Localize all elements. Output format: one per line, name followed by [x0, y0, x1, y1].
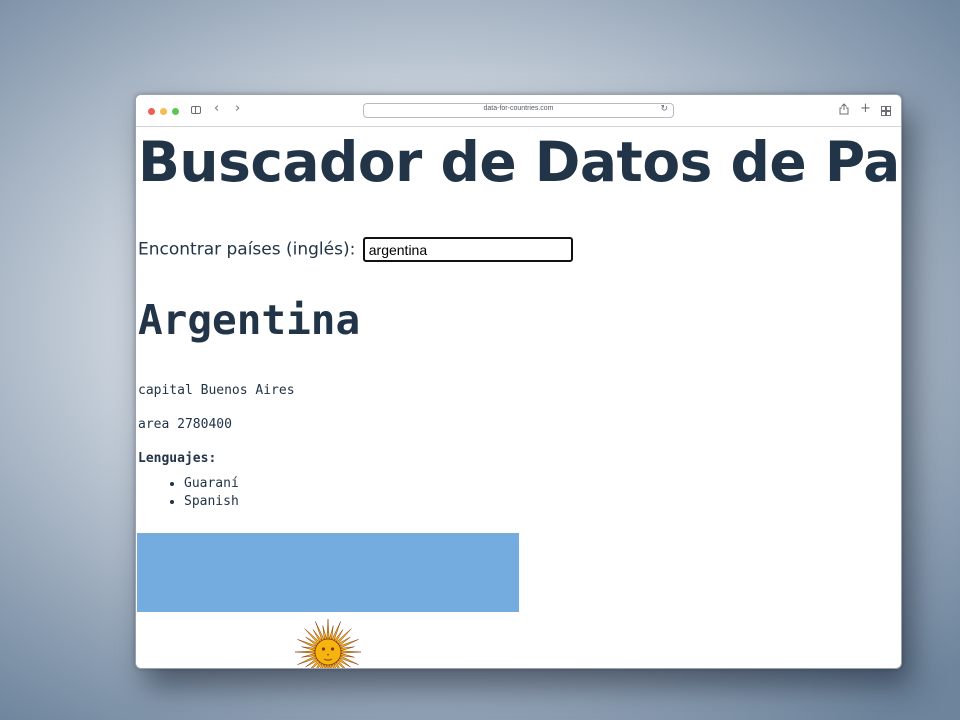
browser-toolbar: ‹ › data-for-countries.com ↻ + [136, 95, 901, 127]
sidebar-icon[interactable] [191, 106, 201, 114]
back-icon[interactable]: ‹ [214, 102, 219, 116]
language-item: Spanish [184, 493, 239, 511]
forward-icon[interactable]: › [235, 102, 240, 116]
zoom-window-button[interactable] [172, 108, 179, 115]
country-search-input[interactable] [362, 237, 573, 262]
close-window-button[interactable] [148, 108, 155, 115]
languages-list: Guaraní Spanish [138, 475, 239, 511]
page-title: Buscador de Datos de País [138, 130, 901, 194]
flag-blue-band [137, 533, 519, 612]
area-text: area 2780400 [138, 417, 232, 432]
tab-overview-icon[interactable] [881, 106, 891, 116]
country-name: Argentina [138, 296, 361, 344]
browser-window: ‹ › data-for-countries.com ↻ + Buscador … [135, 94, 902, 669]
country-flag [137, 533, 519, 668]
address-bar[interactable]: data-for-countries.com ↻ [363, 103, 674, 118]
reload-icon[interactable]: ↻ [660, 104, 668, 114]
sun-ray [326, 664, 330, 668]
minimize-window-button[interactable] [160, 108, 167, 115]
search-row: Encontrar países (inglés): [138, 237, 573, 262]
page-content: Buscador de Datos de País Encontrar país… [136, 127, 901, 668]
languages-heading: Lenguajes: [138, 451, 217, 466]
url-text: data-for-countries.com [483, 105, 554, 112]
share-icon[interactable] [839, 103, 849, 119]
new-tab-icon[interactable]: + [860, 102, 871, 116]
sun-of-may-icon [294, 618, 362, 668]
sun-ray [326, 618, 330, 640]
capital-text: capital Buenos Aires [138, 383, 295, 398]
sun-ray [340, 650, 362, 654]
language-item: Guaraní [184, 475, 239, 493]
sun-ray [294, 650, 316, 654]
search-label: Encontrar países (inglés): [138, 239, 356, 260]
